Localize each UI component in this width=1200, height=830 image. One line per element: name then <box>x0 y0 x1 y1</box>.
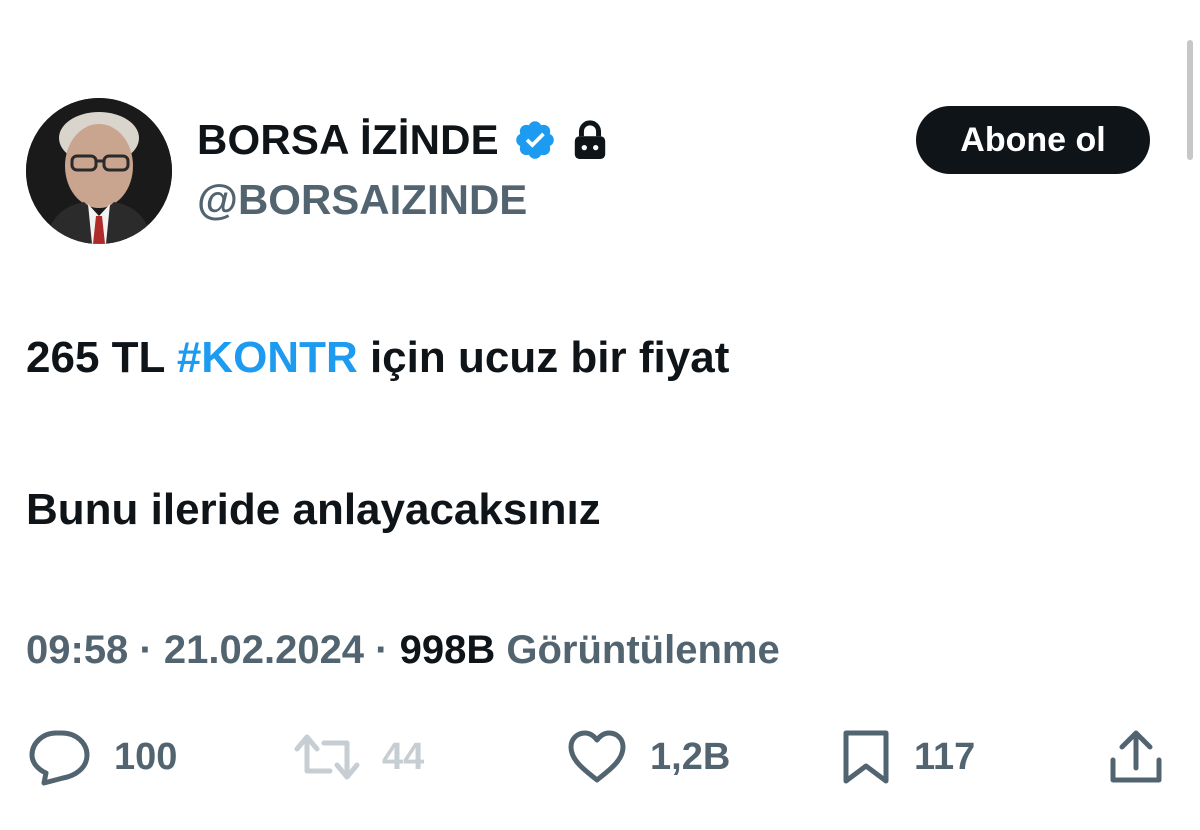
meta-separator: · <box>364 628 400 672</box>
tweet-date[interactable]: 21.02.2024 <box>164 628 364 672</box>
share-button[interactable] <box>1108 722 1164 792</box>
author-display-name[interactable]: BORSA İZİNDE <box>197 114 499 166</box>
like-button[interactable]: 1,2B <box>566 722 730 792</box>
bookmark-button[interactable]: 117 <box>840 722 975 792</box>
heart-icon <box>568 730 626 783</box>
tweet-text-line-1: 265 TL #KONTR için ucuz bir fiyat <box>26 330 729 386</box>
bookmark-count: 117 <box>914 735 976 778</box>
scrollbar[interactable] <box>1187 40 1193 160</box>
avatar[interactable] <box>26 98 172 244</box>
reply-count: 100 <box>114 735 178 778</box>
lock-icon <box>571 119 609 161</box>
retweet-button[interactable]: 44 <box>294 722 424 792</box>
verified-badge-icon[interactable] <box>513 118 557 162</box>
bookmark-icon <box>843 730 889 784</box>
author-handle[interactable]: @BORSAIZINDE <box>197 174 527 226</box>
tweet-meta: 09:58 · 21.02.2024 · 998B Görüntülenme <box>26 624 780 676</box>
tweet-text-suffix: için ucuz bir fiyat <box>357 333 730 382</box>
tweet-time[interactable]: 09:58 <box>26 628 128 672</box>
hashtag-link[interactable]: #KONTR <box>177 333 358 382</box>
tweet-detail-page: BORSA İZİNDE @BORSAIZINDE Abone ol 265 T… <box>0 0 1200 830</box>
avatar-photo-icon <box>26 98 172 244</box>
retweet-icon <box>294 734 360 780</box>
reply-button[interactable]: 100 <box>28 722 177 792</box>
meta-separator: · <box>128 628 164 672</box>
reply-icon <box>29 730 90 786</box>
views-label: Görüntülenme <box>495 628 780 672</box>
share-icon <box>1110 730 1162 783</box>
tweet-text-line-2: Bunu ileride anlayacaksınız <box>26 485 601 534</box>
author-display-name-row[interactable]: BORSA İZİNDE <box>197 114 609 166</box>
views-count: 998B <box>399 628 496 672</box>
tweet-actions-bar: 100 44 1,2B 117 <box>0 722 1200 792</box>
tweet-text-prefix: 265 TL <box>26 333 177 382</box>
like-count: 1,2B <box>650 735 731 778</box>
retweet-count: 44 <box>382 735 425 778</box>
follow-button[interactable]: Abone ol <box>916 106 1150 174</box>
